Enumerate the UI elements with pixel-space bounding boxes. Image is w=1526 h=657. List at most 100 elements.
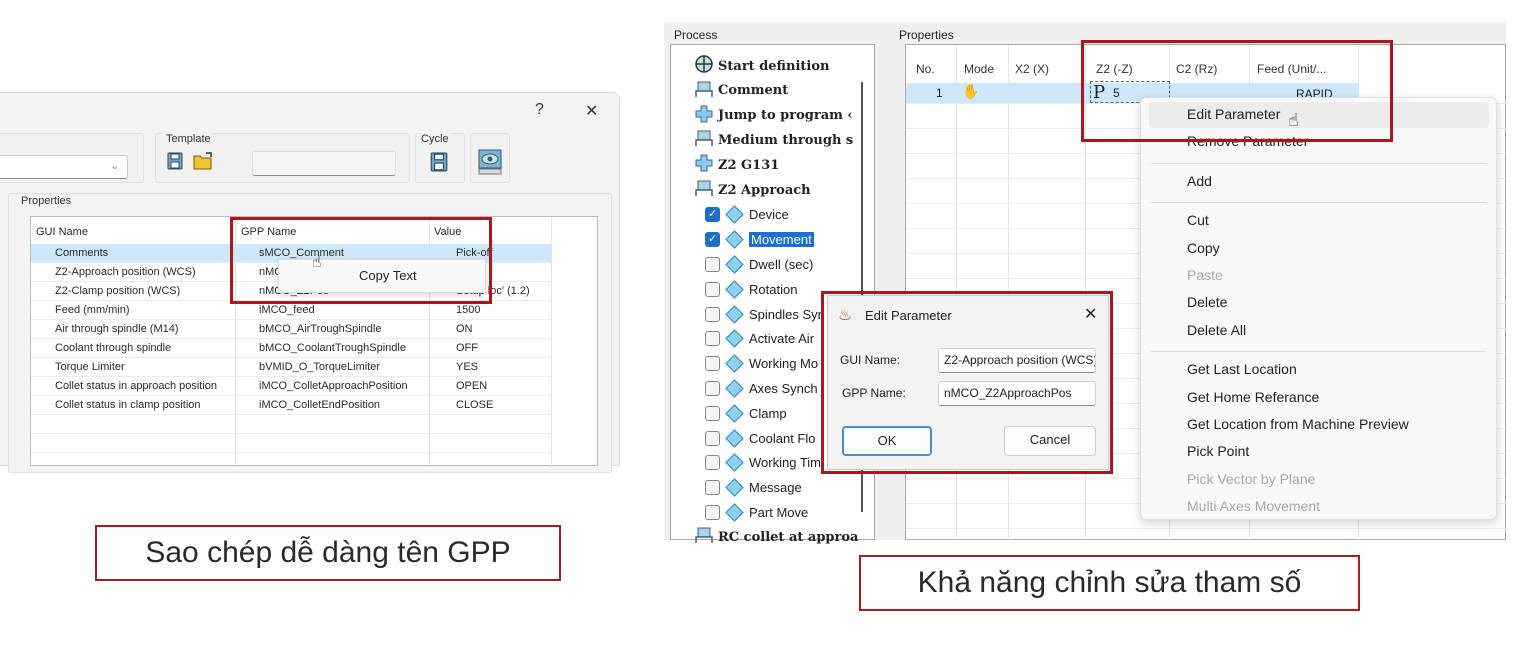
cell-gui: Z2-Clamp position (WCS) — [55, 285, 181, 297]
tree-item[interactable]: Rotation — [705, 278, 797, 300]
menu-item-get-location-from-machine-preview[interactable]: Get Location from Machine Preview — [1187, 416, 1409, 432]
tree-item[interactable]: Coolant Flo — [705, 427, 815, 449]
checkbox[interactable] — [705, 430, 720, 446]
diamond-icon — [725, 503, 744, 522]
highlight-box-gpp — [230, 217, 492, 304]
checkbox[interactable] — [705, 256, 720, 272]
tree-item[interactable]: Start definition — [694, 55, 829, 77]
block-icon — [694, 79, 714, 103]
tree-item[interactable]: Spindles Syn — [705, 303, 825, 325]
tree-item-label: Activate Air — [749, 331, 815, 347]
menu-item-pick-point[interactable]: Pick Point — [1187, 443, 1249, 459]
floppy-save-icon[interactable] — [167, 152, 183, 175]
tree-item[interactable]: Message — [705, 477, 802, 499]
tree-item[interactable]: Medium through s — [694, 129, 853, 151]
folder-open-icon[interactable] — [193, 152, 213, 175]
cell-gui: Air through spindle (M14) — [55, 323, 179, 335]
header-gui-name[interactable]: GUI Name — [36, 226, 88, 238]
process-combo[interactable]: ⌄ — [0, 155, 128, 179]
cell-value: CLOSE — [456, 399, 494, 411]
tree-item[interactable]: Comment — [694, 80, 788, 102]
tree-item[interactable]: Device — [705, 204, 789, 226]
tree-item[interactable]: Part Move — [705, 501, 808, 523]
menu-item-cut[interactable]: Cut — [1187, 212, 1209, 228]
help-button[interactable]: ? — [535, 101, 544, 119]
checkbox[interactable] — [705, 480, 720, 496]
checkbox[interactable] — [705, 232, 720, 248]
tree-item[interactable]: RC collet at approa — [694, 526, 858, 548]
row-number: 1 — [936, 86, 943, 100]
checkbox[interactable] — [705, 356, 720, 372]
diamond-icon — [725, 354, 744, 373]
menu-item-copy[interactable]: Copy — [1187, 240, 1220, 256]
checkbox[interactable] — [705, 380, 720, 396]
tree-item-label: Part Move — [749, 504, 809, 520]
tree-item[interactable]: Axes Synch — [705, 377, 818, 399]
floppy-save-icon[interactable] — [430, 152, 448, 177]
cell-gui: Torque Limiter — [55, 361, 125, 373]
diamond-icon — [725, 379, 744, 398]
menu-item-add[interactable]: Add — [1187, 173, 1212, 189]
close-button[interactable]: ✕ — [585, 101, 598, 121]
menu-item-get-last-location[interactable]: Get Last Location — [1187, 361, 1297, 377]
tree-item[interactable]: Jump to program ‹ — [694, 105, 853, 127]
machine-preview-icon[interactable] — [478, 149, 502, 180]
tree-item[interactable]: Z2 Approach — [694, 179, 811, 201]
parameter-context-menu: Edit Parameter Remove Parameter Add Cut Copy… — [1140, 97, 1497, 520]
tree-item-label: RC collet at approa — [718, 529, 859, 545]
tree-item[interactable]: Dwell (sec) — [705, 253, 813, 275]
header-mode[interactable]: Mode — [964, 62, 994, 76]
table-row[interactable]: Collet status in approach position iMCO_C… — [31, 377, 551, 396]
cell-gui: Collet status in approach position — [55, 380, 218, 392]
menu-item-multi-axes-movement: Multi Axes Movement — [1187, 498, 1321, 515]
template-name-field[interactable] — [252, 151, 396, 176]
plus-cross-icon — [694, 153, 714, 177]
checkbox[interactable] — [705, 455, 720, 471]
tree-item[interactable]: Movement — [705, 229, 814, 251]
tree-item-label: Movement — [749, 232, 814, 248]
tree-item-label: Start definition — [718, 58, 830, 74]
empty-row — [31, 453, 551, 472]
cell-value: OFF — [456, 342, 478, 354]
empty-row — [31, 434, 551, 453]
checkbox[interactable] — [705, 207, 720, 223]
tree-item[interactable]: Clamp — [705, 402, 787, 424]
checkbox[interactable] — [705, 331, 720, 347]
cell-gpp: iMCO_feed — [259, 304, 315, 316]
column-divider — [551, 217, 552, 467]
tree-item[interactable]: Activate Air — [705, 328, 814, 350]
checkbox[interactable] — [705, 281, 720, 297]
properties-label: Properties — [20, 195, 73, 207]
tree-item[interactable]: Working Tim — [705, 452, 821, 474]
tree-item-label: Device — [749, 207, 789, 223]
checkbox[interactable] — [705, 405, 720, 421]
plus-cross-icon — [694, 104, 714, 128]
tree-item[interactable]: Working Mo — [705, 353, 818, 375]
tree-item-label: Spindles Syn — [749, 306, 825, 322]
menu-item-delete-all[interactable]: Delete All — [1187, 322, 1246, 338]
cell-gpp: bMCO_CoolantTroughSpindle — [259, 342, 406, 354]
cell-gpp: bVMID_O_TorqueLimiter — [259, 361, 381, 373]
header-no[interactable]: No. — [916, 62, 935, 76]
checkbox[interactable] — [705, 306, 720, 322]
process-label: Process — [674, 28, 718, 42]
tree-item-label: Dwell (sec) — [749, 256, 814, 272]
tree-item[interactable]: Z2 G131 — [694, 154, 779, 176]
template-label: Template — [165, 133, 212, 145]
diamond-icon — [725, 478, 744, 497]
caption-edit-parameter: Khả năng chỉnh sửa tham số — [859, 555, 1360, 611]
menu-item-pick-vector-by-plane: Pick Vector by Plane — [1187, 470, 1316, 487]
table-row[interactable]: Collet status in clamp position iMCO_Coll… — [31, 396, 551, 415]
menu-separator — [1151, 202, 1486, 204]
menu-item-get-home-referance[interactable]: Get Home Referance — [1187, 389, 1319, 405]
table-row[interactable]: Air through spindle (M14) bMCO_AirTroughS… — [31, 320, 551, 339]
diamond-icon — [725, 205, 744, 224]
empty-row — [31, 415, 551, 434]
menu-item-delete[interactable]: Delete — [1187, 294, 1227, 310]
table-row[interactable]: Coolant through spindle bMCO_CoolantTroug… — [31, 339, 551, 358]
checkbox[interactable] — [705, 504, 720, 520]
table-row[interactable]: Torque Limiter bVMID_O_TorqueLimiter YES — [31, 358, 551, 377]
cell-gui: Comments — [55, 247, 109, 259]
header-x2[interactable]: X2 (X) — [1015, 62, 1049, 76]
diamond-icon — [725, 279, 744, 299]
